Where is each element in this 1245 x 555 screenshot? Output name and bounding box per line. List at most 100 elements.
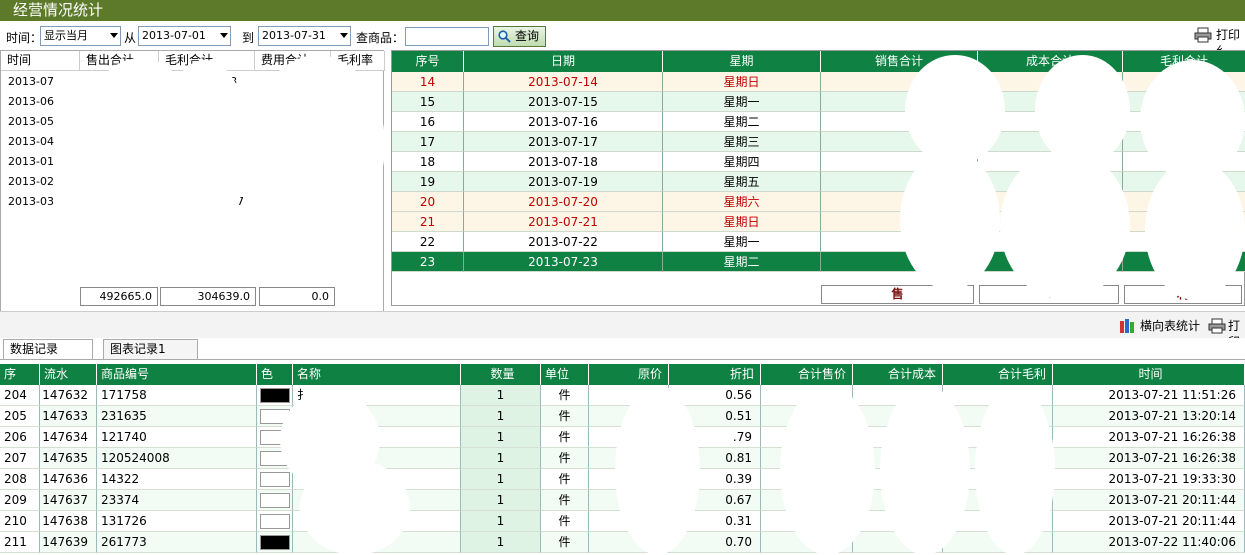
records-col-price[interactable]: 原价 <box>589 364 669 385</box>
record-cell-serial: 147633 <box>40 406 97 427</box>
records-col-color[interactable]: 色 <box>257 364 293 385</box>
query-button[interactable]: 查询 <box>493 26 546 47</box>
records-col-seq[interactable]: 序 <box>0 364 40 385</box>
daily-cell-weekday: 星期日 <box>663 72 821 92</box>
chevron-down-icon <box>340 33 348 38</box>
record-row[interactable]: 204 147632 171758 扌 1 件 0.56 2013-07-21 11:51:2… <box>0 385 1245 406</box>
record-cell-serial: 147638 <box>40 511 97 532</box>
summary-cell-month: 2013-04 <box>8 135 54 148</box>
to-date-select[interactable]: 2013-07-31 <box>258 26 351 46</box>
color-swatch <box>260 472 290 487</box>
redaction-mask <box>905 55 1005 165</box>
record-cell-time: 2013-07-22 11:40:06 <box>1053 532 1245 553</box>
daily-row[interactable]: 18 2013-07-18 星期四 <box>392 152 1245 172</box>
summary-cell-month: 2013-03 <box>8 195 54 208</box>
daily-col-no[interactable]: 序号 <box>392 51 464 72</box>
records-toolbar: 横向表统计 打印 <box>0 311 1245 349</box>
record-cell-seq: 206 <box>0 427 40 448</box>
records-col-serial[interactable]: 流水 <box>40 364 97 385</box>
records-col-time[interactable]: 时间 <box>1053 364 1245 385</box>
records-col-code[interactable]: 商品编号 <box>97 364 257 385</box>
record-cell-time: 2013-07-21 16:26:38 <box>1053 448 1245 469</box>
record-cell-time: 2013-07-21 20:11:44 <box>1053 490 1245 511</box>
daily-cell-weekday: 星期三 <box>663 132 821 152</box>
daily-cell-date: 2013-07-19 <box>464 172 663 192</box>
record-cell-code: 231635 <box>97 406 257 427</box>
daily-cell-no: 14 <box>392 72 464 92</box>
to-date-value: 2013-07-31 <box>262 29 326 42</box>
daily-cell-weekday: 星期日 <box>663 212 821 232</box>
summary-total-expense: 0.0 <box>259 287 335 306</box>
record-cell-seq: 204 <box>0 385 40 406</box>
redaction-mask <box>1000 150 1130 300</box>
records-col-unit[interactable]: 单位 <box>541 364 589 385</box>
color-swatch <box>260 493 290 508</box>
record-cell-seq: 208 <box>0 469 40 490</box>
record-cell-qty: 1 <box>461 427 541 448</box>
record-cell-time: 2013-07-21 16:26:38 <box>1053 427 1245 448</box>
daily-cell-date: 2013-07-23 <box>464 252 663 272</box>
chevron-down-icon <box>110 33 118 38</box>
record-cell-unit: 件 <box>541 385 589 406</box>
summary-cell-month: 2013-06 <box>8 95 54 108</box>
cross-stats-button[interactable]: 横向表统计 <box>1118 318 1200 334</box>
time-label: 时间： <box>6 31 43 45</box>
daily-cell-weekday: 星期二 <box>663 252 821 272</box>
record-cell-qty: 1 <box>461 490 541 511</box>
summary-cell-month: 2013-02 <box>8 175 54 188</box>
record-cell-time: 2013-07-21 13:20:14 <box>1053 406 1245 427</box>
daily-cell-no: 20 <box>392 192 464 212</box>
from-date-select[interactable]: 2013-07-01 <box>138 26 231 46</box>
record-cell-code: 120524008 <box>97 448 257 469</box>
printer-icon <box>1194 27 1212 43</box>
redaction-mask <box>615 385 700 555</box>
daily-cell-weekday: 星期四 <box>663 152 821 172</box>
daily-col-date[interactable]: 日期 <box>464 51 663 72</box>
records-col-total-profit[interactable]: 合计毛利 <box>943 364 1053 385</box>
search-icon <box>498 30 511 43</box>
product-search-input[interactable] <box>405 27 489 46</box>
record-cell-seq: 210 <box>0 511 40 532</box>
redaction-mask <box>160 60 250 230</box>
redaction-mask <box>250 55 385 235</box>
daily-col-weekday[interactable]: 星期 <box>663 51 821 72</box>
record-cell-qty: 1 <box>461 532 541 553</box>
records-col-total-price[interactable]: 合计售价 <box>761 364 853 385</box>
record-cell-unit: 件 <box>541 511 589 532</box>
daily-cell-weekday: 星期二 <box>663 112 821 132</box>
daily-cell-no: 23 <box>392 252 464 272</box>
records-col-qty[interactable]: 数量 <box>461 364 541 385</box>
records-col-total-cost[interactable]: 合计成本 <box>853 364 943 385</box>
records-col-name[interactable]: 名称 <box>293 364 461 385</box>
record-cell-serial: 147634 <box>40 427 97 448</box>
record-cell-code: 121740 <box>97 427 257 448</box>
record-cell-qty: 1 <box>461 469 541 490</box>
color-swatch <box>260 535 290 550</box>
filter-bar: 时间： 显示当月 从 2013-07-01 到 2013-07-31 查商品： … <box>0 22 1245 58</box>
record-cell-qty: 1 <box>461 511 541 532</box>
period-value: 显示当月 <box>44 29 88 42</box>
to-label: 到 <box>242 31 255 45</box>
summary-cell-month: 2013-05 <box>8 115 54 128</box>
daily-cell-date: 2013-07-21 <box>464 212 663 232</box>
daily-cell-no: 21 <box>392 212 464 232</box>
summary-col-time[interactable]: 时间 <box>1 51 80 71</box>
record-cell-code: 131726 <box>97 511 257 532</box>
redaction-mask <box>1035 55 1130 165</box>
record-cell-seq: 205 <box>0 406 40 427</box>
from-date-value: 2013-07-01 <box>142 29 206 42</box>
records-col-discount[interactable]: 折扣 <box>669 364 761 385</box>
record-cell-qty: 1 <box>461 406 541 427</box>
summary-total-sales: 492665.0 <box>80 287 158 306</box>
record-cell-color <box>257 532 293 553</box>
period-select[interactable]: 显示当月 <box>40 26 121 46</box>
record-cell-seq: 207 <box>0 448 40 469</box>
color-swatch <box>260 514 290 529</box>
record-cell-serial: 147635 <box>40 448 97 469</box>
redaction-mask <box>900 150 1000 290</box>
tab-data-records[interactable]: 数据记录 <box>3 339 93 359</box>
record-row[interactable]: 211 147639 261773 1 件 0.70 2013-07-22 11:40:06 <box>0 532 1245 553</box>
tab-chart-records[interactable]: 图表记录1 <box>103 339 198 359</box>
redaction-mask <box>1145 160 1245 300</box>
daily-cell-date: 2013-07-18 <box>464 152 663 172</box>
